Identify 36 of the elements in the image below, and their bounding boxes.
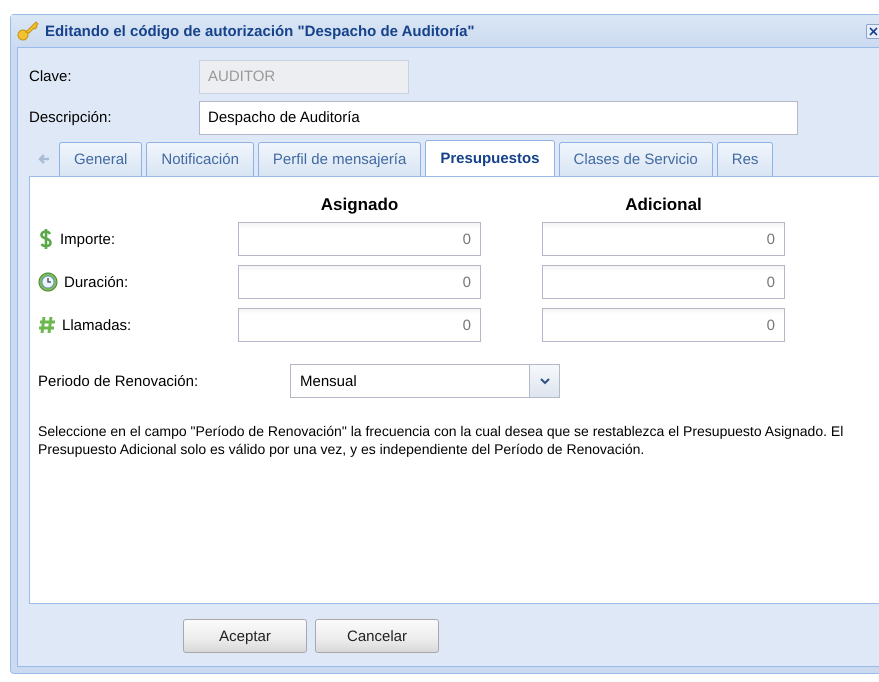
tab[interactable]: Presupuestos — [425, 140, 555, 176]
number-field[interactable]: 0 — [238, 265, 481, 299]
close-icon — [869, 26, 878, 36]
tab[interactable]: General — [59, 142, 142, 176]
dropdown-trigger[interactable] — [529, 365, 559, 397]
help-text: Seleccione en el campo "Período de Renovación" la frecuencia con la cual desea que se restablezca el Presupuesto Asignado. El Presupuesto Adicional solo es válido por una vez, y es independiente del Período de Renovación. — [38, 422, 844, 458]
row-label: Importe: — [60, 230, 116, 248]
column-header: Adicional — [624, 195, 703, 215]
number-field[interactable]: 0 — [238, 308, 481, 342]
renewal-dropdown[interactable]: Mensual — [290, 364, 560, 398]
renewal-label: Periodo de Renovación: — [38, 372, 200, 390]
tab[interactable]: Clases de Servicio — [558, 142, 713, 176]
dollar-icon — [38, 228, 54, 250]
tab[interactable]: Res — [716, 142, 774, 176]
left-arrow-icon — [38, 154, 50, 164]
chevron-down-icon — [540, 378, 550, 384]
key-icon — [17, 20, 39, 42]
tab[interactable]: Perfil de mensajería — [258, 142, 422, 176]
clock-icon — [38, 272, 58, 292]
row-label: Llamadas: — [62, 316, 132, 334]
hash-icon — [38, 315, 56, 335]
row-label: Duración: — [64, 274, 128, 290]
dialog-button[interactable]: Aceptar — [183, 619, 307, 653]
dialog-button[interactable]: Cancelar — [315, 619, 439, 653]
field-label: Descripción: — [29, 109, 113, 126]
field-label: Clave: — [29, 68, 73, 85]
number-field[interactable]: 0 — [542, 308, 785, 342]
text-field[interactable]: Despacho de Auditoría — [199, 100, 798, 134]
number-field[interactable]: 0 — [542, 222, 785, 256]
dropdown-value: Mensual — [299, 372, 358, 392]
number-field[interactable]: 0 — [238, 222, 481, 256]
close-button[interactable] — [866, 24, 879, 38]
window-title: Editando el código de autorización "Despacho de Auditoría" — [45, 22, 476, 40]
tab[interactable]: Notificación — [146, 142, 254, 176]
number-field[interactable]: 0 — [542, 265, 785, 299]
column-header: Asignado — [320, 195, 400, 215]
